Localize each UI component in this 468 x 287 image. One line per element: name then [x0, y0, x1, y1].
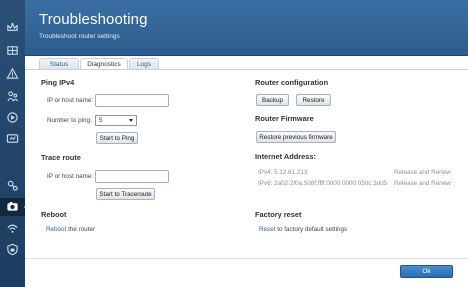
- chevron-down-icon: [129, 119, 133, 122]
- restore-button[interactable]: Restore: [296, 94, 331, 106]
- tab-logs[interactable]: Logs: [129, 58, 159, 69]
- page-title: Troubleshooting: [39, 11, 148, 28]
- connectivity-icon[interactable]: [5, 178, 20, 193]
- page-header: Troubleshooting Troubleshoot router sett…: [25, 0, 468, 56]
- ipv6-address: IPv6: 2a02:2f0a:508f:ffff:0000:0000:050c…: [258, 180, 388, 187]
- ping-host-input[interactable]: [95, 94, 169, 107]
- ping-host-label: IP or host name:: [47, 97, 94, 104]
- parental-icon[interactable]: [5, 89, 20, 104]
- page-subtitle: Troubleshoot router settings: [39, 33, 120, 40]
- release-renew-ipv4-link[interactable]: Release and Renew: [394, 169, 451, 176]
- ping-section-title: Ping IPv4: [41, 78, 75, 87]
- crown-icon[interactable]: [5, 20, 20, 35]
- router-config-title: Router configuration: [255, 78, 329, 87]
- sidebar: [0, 0, 29, 287]
- factory-reset-link[interactable]: Reset: [259, 226, 275, 233]
- tab-status[interactable]: Status: [39, 58, 79, 69]
- speed-test-icon[interactable]: [5, 131, 20, 146]
- release-renew-ipv6-link[interactable]: Release and Renew: [394, 180, 451, 187]
- media-prioritization-icon[interactable]: [5, 110, 20, 125]
- ping-count-select[interactable]: 5: [95, 115, 137, 126]
- reboot-section-title: Reboot: [41, 210, 67, 219]
- factory-reset-title: Factory reset: [255, 210, 302, 219]
- traceroute-host-input[interactable]: [95, 170, 169, 183]
- reboot-suffix: the router: [68, 226, 96, 233]
- factory-reset-suffix: to factory default settings: [277, 226, 348, 233]
- reboot-link[interactable]: Reboot: [46, 226, 66, 233]
- start-ping-button[interactable]: Start to Ping: [96, 132, 138, 144]
- backup-button[interactable]: Backup: [256, 94, 289, 106]
- factory-reset-row: Reset to factory default settings: [259, 226, 347, 233]
- reboot-row: Reboot the router: [46, 226, 95, 233]
- traceroute-section-title: Trace route: [41, 153, 81, 162]
- traceroute-host-label: IP or host name:: [47, 173, 94, 180]
- ok-button[interactable]: Ok: [400, 265, 453, 278]
- diagnostics-panel: Ping IPv4 IP or host name: Number to pin…: [25, 69, 468, 287]
- router-firmware-title: Router Firmware: [255, 114, 314, 123]
- internet-address-title: Internet Address:: [255, 152, 316, 161]
- ping-count-value: 5: [99, 117, 103, 124]
- restore-previous-firmware-button[interactable]: Restore previous firmware: [256, 131, 336, 143]
- ping-count-label: Number to ping:: [47, 117, 92, 124]
- security-icon[interactable]: [5, 242, 20, 257]
- footer-divider: [25, 258, 468, 259]
- ipv4-address: IPv4: 5.12.61.213: [258, 169, 308, 176]
- network-map-icon[interactable]: [5, 43, 20, 58]
- wireless-icon[interactable]: [5, 221, 20, 236]
- start-traceroute-button[interactable]: Start to Traceroute: [96, 188, 155, 200]
- troubleshooting-icon[interactable]: [5, 199, 20, 214]
- alert-icon[interactable]: [5, 66, 20, 81]
